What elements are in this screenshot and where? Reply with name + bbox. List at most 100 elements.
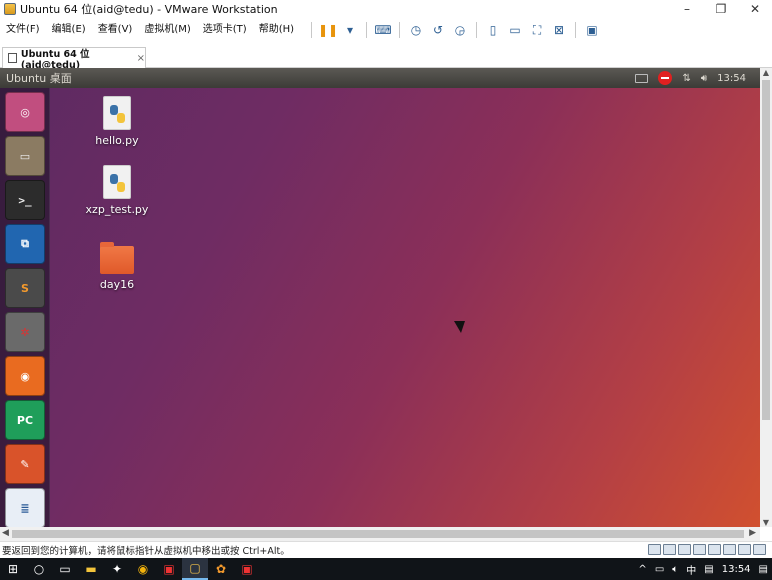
tab-label: Ubuntu 64 位(aid@tedu)	[20, 48, 90, 71]
library-icon[interactable]: ▯	[484, 21, 502, 39]
status-bar: 要返回到您的计算机，请将鼠标指针从虚拟机中移出或按 Ctrl+Alt。	[0, 541, 772, 558]
desktop-icon-xzp-test-py[interactable]: xzp_test.py	[82, 165, 152, 216]
network-tool-icon[interactable]: ✲	[5, 312, 45, 352]
tab-close-icon[interactable]: ×	[137, 53, 145, 64]
system-tray: ^ ▭ 🔈︎ 中 ▤ 13:54 ▤	[634, 558, 772, 580]
desktop-icon-hello-py[interactable]: hello.py	[82, 96, 152, 147]
stop-icon[interactable]	[658, 71, 673, 85]
message-log-icon[interactable]	[753, 544, 766, 555]
horizontal-scroll-thumb[interactable]	[12, 530, 744, 538]
editor-icon[interactable]: ✎	[5, 444, 45, 484]
pause-icon[interactable]: ❚❚	[318, 21, 338, 39]
close-button[interactable]: ✕	[738, 0, 772, 18]
menu-help[interactable]: 帮助(H)	[253, 19, 300, 41]
toolbar: ❚❚ ▾ ⌨ ◷ ↺ ◶ ▯ ▭ ⛶ ⊠ ▣	[306, 21, 603, 39]
tray-volume-icon[interactable]: 🔈︎	[672, 564, 678, 575]
fullscreen-icon[interactable]: ⛶	[528, 21, 546, 39]
firefox-icon[interactable]: ◉	[5, 356, 45, 396]
dropdown-icon[interactable]: ▾	[341, 21, 359, 39]
device-status-icons	[646, 544, 766, 555]
window-controls: – ❐ ✕	[670, 0, 772, 18]
cd-icon[interactable]	[663, 544, 676, 555]
ubuntu-launcher: ◎ ▭ >_ ⧉ S ✲ ◉ PC ✎ ≣	[0, 88, 50, 527]
ubuntu-clock[interactable]: 13:54	[717, 73, 746, 84]
vertical-scrollbar[interactable]: ▲ ▼	[760, 68, 772, 527]
app-icon-3[interactable]: ✿	[208, 558, 234, 580]
chrome-icon[interactable]: ◉	[130, 558, 156, 580]
menu-view[interactable]: 查看(V)	[92, 19, 139, 41]
tab-ubuntu-vm[interactable]: Ubuntu 64 位(aid@tedu) ×	[2, 47, 146, 71]
vmware-app-icon	[4, 3, 16, 15]
mouse-pointer-icon	[454, 321, 465, 333]
maximize-button[interactable]: ❐	[704, 0, 738, 18]
scroll-up-icon[interactable]: ▲	[760, 68, 772, 77]
minimize-button[interactable]: –	[670, 0, 704, 18]
sublime-text-icon[interactable]: S	[5, 268, 45, 308]
vm-display[interactable]: Ubuntu 桌面 ⇅ 🔊︎ 13:54 ◎ ▭ >_ ⧉ S ✲ ◉ PC ✎…	[0, 68, 760, 527]
snapshot-manager-icon[interactable]: ◶	[451, 21, 469, 39]
send-keys-icon[interactable]: ⌨	[374, 21, 392, 39]
search-icon[interactable]: ○	[26, 558, 52, 580]
ubuntu-panel-title: Ubuntu 桌面	[6, 72, 72, 85]
libreoffice-writer-icon[interactable]: ≣	[5, 488, 45, 527]
snapshot-icon[interactable]: ◷	[407, 21, 425, 39]
file-explorer-icon[interactable]: ▬	[78, 558, 104, 580]
vscode-icon[interactable]: ⧉	[5, 224, 45, 264]
unity-icon[interactable]: ⊠	[550, 21, 568, 39]
ubuntu-indicators: ⇅ 🔊︎ 13:54	[625, 68, 746, 88]
scroll-down-icon[interactable]: ▼	[760, 518, 772, 527]
keyboard-icon[interactable]	[635, 73, 649, 83]
input-method-indicator[interactable]: 中	[686, 562, 696, 577]
toolbar-separator	[476, 22, 478, 38]
volume-icon[interactable]: 🔊︎	[701, 73, 707, 84]
desktop-icon-day16[interactable]: day16	[82, 242, 152, 291]
app-icon-2[interactable]: ▣	[156, 558, 182, 580]
windows-start-icon[interactable]: ⊞	[0, 558, 26, 580]
hard-disk-icon[interactable]	[648, 544, 661, 555]
vmware-taskbar-icon[interactable]: ▢	[182, 558, 208, 580]
window-title: Ubuntu 64 位(aid@tedu) - VMware Workstati…	[20, 3, 278, 16]
desktop-icon-label: day16	[99, 278, 135, 291]
sound-card-icon[interactable]	[723, 544, 736, 555]
app-icon-4[interactable]: ▣	[234, 558, 260, 580]
scroll-right-icon[interactable]: ▶	[749, 528, 756, 538]
printer-icon[interactable]	[693, 544, 706, 555]
vertical-scroll-thumb[interactable]	[762, 80, 770, 420]
scroll-left-icon[interactable]: ◀	[2, 528, 9, 538]
toolbar-separator	[311, 22, 313, 38]
display-icon[interactable]	[738, 544, 751, 555]
network-icon[interactable]: ⇅	[682, 73, 690, 84]
taskbar-clock[interactable]: 13:54	[722, 564, 751, 575]
pycharm-icon[interactable]: PC	[5, 400, 45, 440]
app-icon-1[interactable]: ✦	[104, 558, 130, 580]
python-file-icon	[103, 165, 131, 199]
menu-vm[interactable]: 虚拟机(M)	[138, 19, 196, 41]
toolbar-separator	[575, 22, 577, 38]
tray-expand-icon[interactable]: ^	[638, 564, 646, 575]
desktop-icon-label: hello.py	[95, 134, 139, 147]
menu-file[interactable]: 文件(F)	[0, 19, 46, 41]
dash-home-icon[interactable]: ◎	[5, 92, 45, 132]
thumbnail-icon[interactable]: ▣	[583, 21, 601, 39]
tray-network-icon[interactable]: ▭	[655, 564, 664, 575]
status-message: 要返回到您的计算机，请将鼠标指针从虚拟机中移出或按 Ctrl+Alt。	[2, 546, 290, 557]
horizontal-scrollbar[interactable]: ◀ ▶	[0, 527, 760, 541]
window-title-bar: Ubuntu 64 位(aid@tedu) - VMware Workstati…	[0, 0, 772, 18]
revert-snapshot-icon[interactable]: ↺	[429, 21, 447, 39]
terminal-icon[interactable]: >_	[5, 180, 45, 220]
windows-taskbar: ⊞ ○ ▭ ▬ ✦ ◉ ▣ ▢ ✿ ▣ ^ ▭ 🔈︎ 中 ▤ 13:54 ▤	[0, 558, 772, 580]
python-file-icon	[103, 96, 131, 130]
folder-icon	[100, 242, 134, 274]
menu-tabs[interactable]: 选项卡(T)	[197, 19, 253, 41]
toolbar-separator	[366, 22, 368, 38]
notification-icon[interactable]: ▤	[759, 564, 768, 575]
files-icon[interactable]: ▭	[5, 136, 45, 176]
ubuntu-top-panel: Ubuntu 桌面 ⇅ 🔊︎ 13:54	[0, 68, 760, 88]
task-view-icon[interactable]: ▭	[52, 558, 78, 580]
console-view-icon[interactable]: ▭	[506, 21, 524, 39]
menu-edit[interactable]: 编辑(E)	[46, 19, 92, 41]
keyboard-layout-icon[interactable]: ▤	[704, 564, 713, 575]
usb-icon[interactable]	[708, 544, 721, 555]
network-adapter-icon[interactable]	[678, 544, 691, 555]
menu-bar: 文件(F) 编辑(E) 查看(V) 虚拟机(M) 选项卡(T) 帮助(H) ❚❚…	[0, 19, 772, 41]
